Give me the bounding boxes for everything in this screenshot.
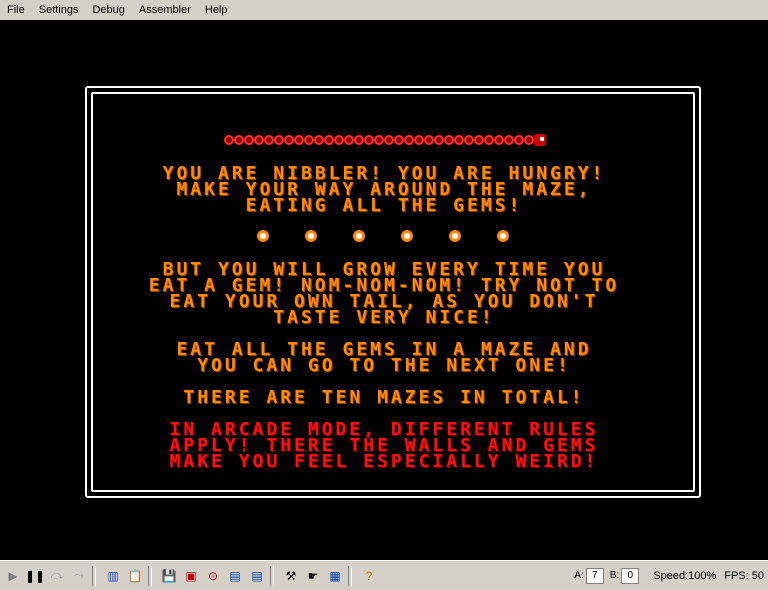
- snake-segment: [264, 135, 274, 145]
- maze-line-2: YOU CAN GO TO THE NEXT ONE!: [197, 355, 571, 376]
- arcade-line-3: MAKE YOU FEEL ESPECIALLY WEIRD!: [169, 451, 599, 472]
- snake-segment: [484, 135, 494, 145]
- snake-segment: [394, 135, 404, 145]
- help-icon[interactable]: ?: [360, 567, 378, 585]
- gem-icon: [401, 230, 413, 242]
- hand-icon[interactable]: ☛: [304, 567, 322, 585]
- intro-line-3: EATING ALL THE GEMS!: [245, 195, 523, 216]
- snake-segment: [474, 135, 484, 145]
- snake-segment: [444, 135, 454, 145]
- snake-segment: [254, 135, 264, 145]
- gem-icon: [353, 230, 365, 242]
- snake-segment: [224, 135, 234, 145]
- snake-segment: [524, 135, 534, 145]
- speed-readout: Speed:100%: [653, 569, 717, 582]
- snake-segment: [344, 135, 354, 145]
- snake-segment: [464, 135, 474, 145]
- snake-segment: [384, 135, 394, 145]
- menu-debug[interactable]: Debug: [85, 4, 131, 16]
- register-a-value: 7: [585, 567, 604, 584]
- pause-icon[interactable]: ❚❚: [25, 567, 45, 585]
- snake-segment: [414, 135, 424, 145]
- step-icon[interactable]: ⤼: [48, 567, 66, 585]
- grow-line-4: TASTE VERY NICE!: [273, 307, 495, 328]
- emulator-toolbar: ▶ ❚❚ ⤼ ⤳ ▥ 📋 💾 ▣ ⊙ ▤ ▤ ⚒ ☛ ▦ ? A: 7 B: 0…: [0, 560, 768, 590]
- snake-segment: [354, 135, 364, 145]
- menu-help[interactable]: Help: [198, 4, 235, 16]
- chip-icon[interactable]: ▣: [182, 567, 200, 585]
- snake-segment: [494, 135, 504, 145]
- snake-segment: [284, 135, 294, 145]
- register-a: A: 7: [574, 567, 604, 584]
- snake-segment: [304, 135, 314, 145]
- snake-segment: [364, 135, 374, 145]
- snake-segment: [424, 135, 434, 145]
- register-b: B: 0: [610, 567, 640, 584]
- fps-readout: FPS: 50: [724, 569, 764, 582]
- total-mazes-line: THERE ARE TEN MAZES IN TOTAL!: [183, 387, 585, 408]
- snake-segment: [274, 135, 284, 145]
- gem-icon: [449, 230, 461, 242]
- gem-icon: [305, 230, 317, 242]
- menu-assembler[interactable]: Assembler: [132, 4, 198, 16]
- snake-segment: [404, 135, 414, 145]
- snake-segment: [374, 135, 384, 145]
- menu-settings[interactable]: Settings: [32, 4, 86, 16]
- gem-row: [257, 230, 509, 242]
- snake-segment: [434, 135, 444, 145]
- menu-bar: File Settings Debug Assembler Help: [0, 0, 768, 20]
- tape-icon[interactable]: ⊙: [204, 567, 222, 585]
- clipboard-icon[interactable]: 📋: [126, 567, 144, 585]
- save-icon[interactable]: 💾: [160, 567, 178, 585]
- snake-segment: [244, 135, 254, 145]
- snake-segment: [324, 135, 334, 145]
- snake-head: [534, 134, 546, 146]
- gem-icon: [497, 230, 509, 242]
- step-over-icon[interactable]: ⤳: [70, 567, 88, 585]
- monitor-icon[interactable]: ▦: [326, 567, 344, 585]
- nibbler-snake: [224, 134, 546, 146]
- snake-segment: [234, 135, 244, 145]
- gem-icon: [257, 230, 269, 242]
- books-icon[interactable]: ▥: [104, 567, 122, 585]
- menu-file[interactable]: File: [0, 4, 32, 16]
- tools-icon[interactable]: ⚒: [282, 567, 300, 585]
- snake-segment: [514, 135, 524, 145]
- play-icon[interactable]: ▶: [4, 567, 22, 585]
- snake-segment: [454, 135, 464, 145]
- snake-segment: [314, 135, 324, 145]
- disk-load-icon[interactable]: ▤: [248, 567, 266, 585]
- register-b-value: 0: [621, 567, 640, 584]
- snake-segment: [334, 135, 344, 145]
- disk-save-icon[interactable]: ▤: [226, 567, 244, 585]
- snake-segment: [294, 135, 304, 145]
- snake-segment: [504, 135, 514, 145]
